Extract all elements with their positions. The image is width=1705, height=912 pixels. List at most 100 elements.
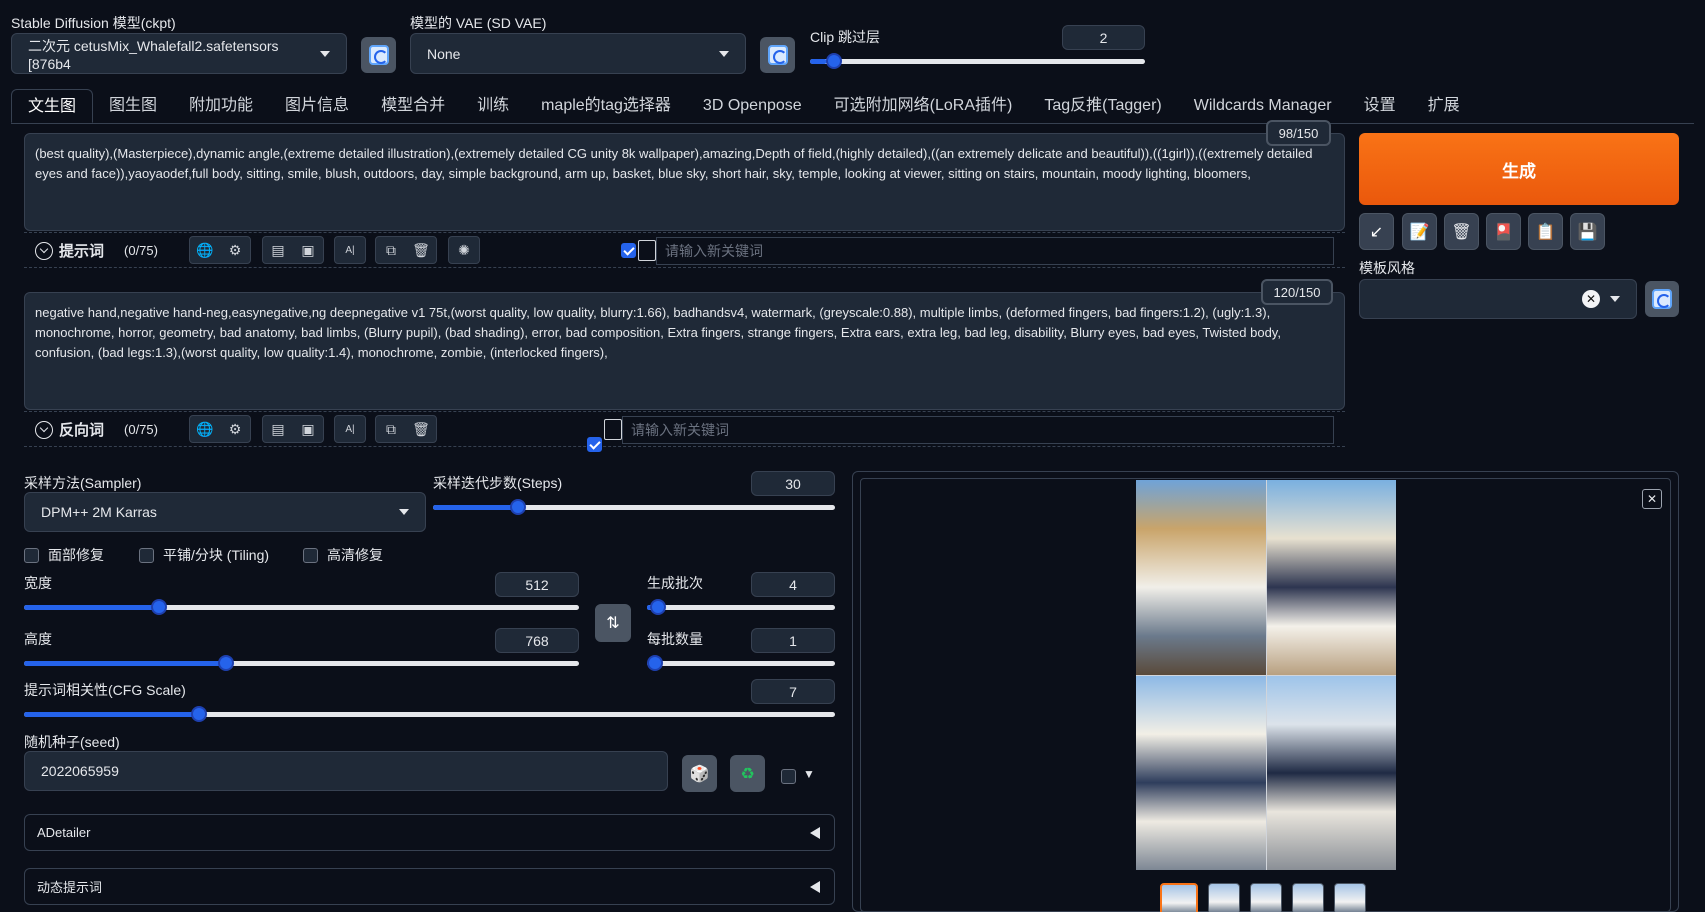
tab-5[interactable]: 训练 — [461, 89, 525, 123]
history-icon[interactable]: ▤ — [263, 237, 293, 263]
tab-6[interactable]: maple的tag选择器 — [525, 89, 687, 123]
copy-icon[interactable]: ⧉ — [376, 416, 406, 442]
translate-icon[interactable]: A| — [335, 416, 365, 442]
width-slider[interactable] — [24, 596, 579, 618]
batch-size-slider[interactable] — [647, 652, 835, 674]
recycle-icon: ♻ — [740, 765, 755, 783]
history-icon[interactable]: ▤ — [263, 416, 293, 442]
negative-keyword-input[interactable]: 请输入新关键词 — [622, 416, 1334, 444]
prompt-toggle[interactable]: 提示词 (0/75) — [35, 240, 158, 261]
thumbnail-3[interactable] — [1292, 883, 1324, 912]
globe-icon[interactable]: 🌐 — [190, 416, 220, 442]
hires-option[interactable]: 高清修复 — [303, 545, 383, 565]
copy-icon[interactable]: ⧉ — [376, 237, 406, 263]
prompt-keyword-input[interactable]: 请输入新关键词 — [656, 237, 1334, 265]
ckpt-refresh-button[interactable] — [361, 37, 396, 73]
globe-icon[interactable]: 🌐 — [190, 237, 220, 263]
face-restore-checkbox[interactable] — [24, 547, 39, 563]
slider-thumb[interactable] — [825, 53, 842, 69]
thumbnail-2[interactable] — [1250, 883, 1282, 912]
steps-slider[interactable] — [433, 496, 835, 518]
tab-4[interactable]: 模型合并 — [365, 89, 461, 123]
sampler-select[interactable]: DPM++ 2M Karras — [24, 492, 426, 532]
bookmark-icon[interactable]: ▣ — [293, 416, 323, 442]
generate-button[interactable]: 生成 — [1359, 133, 1679, 205]
prompt-keyword-checkbox[interactable] — [621, 243, 636, 258]
chatgpt-icon[interactable]: ✺ — [449, 237, 479, 263]
width-number-input[interactable]: 512 — [495, 572, 579, 597]
clear-button[interactable]: 🗑 — [1444, 213, 1479, 250]
seed-input[interactable]: 2022065959 — [24, 751, 668, 791]
tab-0[interactable]: 文生图 — [11, 89, 94, 123]
cfg-number-input[interactable]: 7 — [751, 679, 835, 704]
slider-thumb[interactable] — [218, 655, 235, 671]
translate-icon[interactable]: A| — [335, 237, 365, 263]
batch-size-input[interactable]: 1 — [751, 628, 835, 653]
cfg-slider[interactable] — [24, 703, 835, 725]
swap-dimensions-button[interactable]: ⇅ — [595, 604, 631, 642]
slider-thumb[interactable] — [510, 499, 527, 515]
tiling-label: 平铺/分块 (Tiling) — [163, 547, 270, 563]
negative-token-counter: 120/150 — [1261, 279, 1333, 305]
thumbnail-1[interactable] — [1208, 883, 1240, 912]
height-number-input[interactable]: 768 — [495, 628, 579, 653]
extra-seed-checkbox[interactable] — [781, 769, 796, 784]
slider-thumb[interactable] — [150, 599, 167, 615]
slider-thumb[interactable] — [190, 706, 207, 722]
save-style-button[interactable]: 💾 — [1570, 213, 1605, 250]
steps-label: 采样迭代步数(Steps) — [433, 475, 563, 491]
prompt-token-counter: 98/150 — [1266, 120, 1331, 146]
reuse-seed-button[interactable]: ♻ — [730, 755, 765, 792]
slider-thumb[interactable] — [650, 599, 667, 615]
thumbnail-4[interactable] — [1334, 883, 1366, 912]
clip-slider[interactable] — [810, 50, 1145, 72]
random-seed-button[interactable]: 🎲 — [682, 755, 717, 792]
tab-3[interactable]: 图片信息 — [269, 89, 365, 123]
extra-networks-button[interactable]: 🎴 — [1486, 213, 1521, 250]
negative-prompt-textarea[interactable]: negative hand,negative hand-neg,easynega… — [24, 292, 1345, 410]
ckpt-select[interactable]: 二次元 cetusMix_Whalefall2.safetensors [876… — [11, 33, 347, 74]
batch-count-input[interactable]: 4 — [751, 572, 835, 597]
vae-refresh-button[interactable] — [760, 37, 795, 73]
prompt-textarea[interactable]: (best quality),(Masterpiece),dynamic ang… — [24, 133, 1345, 231]
chevron-down-icon — [719, 50, 729, 57]
style-refresh-button[interactable] — [1645, 281, 1679, 317]
tab-11[interactable]: 设置 — [1348, 89, 1412, 123]
dynamic-prompts-accordion[interactable]: 动态提示词 — [24, 868, 835, 905]
paste-button[interactable]: 📝 — [1402, 213, 1437, 250]
tab-12[interactable]: 扩展 — [1412, 89, 1476, 123]
close-icon[interactable]: ✕ — [1642, 489, 1662, 509]
negative-keyword-checkbox[interactable] — [587, 437, 602, 452]
tab-7[interactable]: 3D Openpose — [687, 89, 818, 123]
adetailer-accordion[interactable]: ADetailer — [24, 814, 835, 851]
apply-style-button[interactable]: 📋 — [1528, 213, 1563, 250]
tab-10[interactable]: Wildcards Manager — [1178, 89, 1348, 123]
trash-icon[interactable]: 🗑 — [406, 237, 436, 263]
thumbnail-grid[interactable] — [1160, 883, 1198, 912]
tiling-checkbox[interactable] — [139, 547, 154, 563]
tab-1[interactable]: 图生图 — [93, 89, 173, 123]
vae-select[interactable]: None — [410, 33, 746, 74]
read-params-button[interactable]: ↙ — [1359, 213, 1394, 250]
style-select[interactable]: ✕ — [1359, 279, 1637, 319]
negative-toggle[interactable]: 反向词 (0/75) — [35, 419, 158, 440]
slider-thumb[interactable] — [647, 655, 663, 671]
batch-count-slider[interactable] — [647, 596, 835, 618]
tab-8[interactable]: 可选附加网络(LoRA插件) — [818, 89, 1029, 123]
height-slider[interactable] — [24, 652, 579, 674]
face-restore-option[interactable]: 面部修复 — [24, 545, 104, 565]
tab-9[interactable]: Tag反推(Tagger) — [1028, 89, 1177, 123]
steps-number-input[interactable]: 30 — [751, 471, 835, 496]
clear-icon[interactable]: ✕ — [1582, 290, 1600, 308]
clip-number-input[interactable]: 2 — [1062, 25, 1145, 50]
gear-icon[interactable]: ⚙ — [220, 416, 250, 442]
bookmark-icon[interactable]: ▣ — [293, 237, 323, 263]
tab-2[interactable]: 附加功能 — [173, 89, 269, 123]
trash-icon: 🗑 — [1451, 223, 1472, 241]
gear-icon[interactable]: ⚙ — [220, 237, 250, 263]
negative-tools-group-1: 🌐 ⚙ — [189, 415, 251, 443]
trash-icon[interactable]: 🗑 — [406, 416, 436, 442]
preview-grid-image[interactable] — [1136, 480, 1396, 870]
hires-checkbox[interactable] — [303, 547, 318, 563]
tiling-option[interactable]: 平铺/分块 (Tiling) — [139, 545, 269, 565]
